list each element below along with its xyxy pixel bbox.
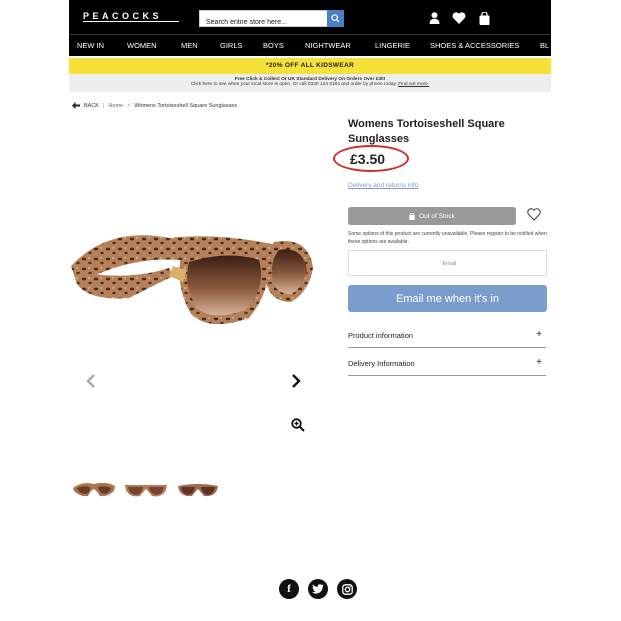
nav-item-nightwear[interactable]: NIGHTWEAR — [305, 41, 351, 50]
delivery-returns-link[interactable]: Delivery and returns info — [348, 182, 418, 189]
out-of-stock-button[interactable]: Out of Stock — [348, 207, 516, 225]
back-arrow-icon[interactable] — [72, 102, 80, 109]
facebook-icon[interactable]: f — [279, 579, 299, 599]
email-me-button[interactable]: Email me when it's in — [348, 285, 547, 312]
accordion-label: Product information — [348, 331, 414, 340]
breadcrumb-arrow: > — [127, 102, 131, 109]
bag-icon — [409, 212, 415, 220]
search-button[interactable] — [327, 10, 344, 27]
heart-icon — [452, 12, 466, 24]
delivery-banner-headline: Free Click & Collect Or UK Standard Deli… — [234, 77, 386, 82]
delivery-banner-text: Click here to see when your local store … — [190, 82, 397, 87]
search-box — [199, 10, 344, 30]
email-field-wrapper — [348, 250, 550, 277]
logo-underline — [83, 21, 179, 22]
thumbnail-2[interactable] — [124, 478, 168, 500]
delivery-information-accordion[interactable]: Delivery Information + — [348, 350, 546, 376]
zoom-in-icon — [291, 418, 305, 432]
social-links: f — [279, 579, 357, 599]
back-link[interactable]: BACK — [84, 103, 99, 109]
plus-icon: + — [536, 357, 542, 368]
nav-item-lingerie[interactable]: LINGERIE — [375, 41, 410, 50]
thumbnail-1[interactable] — [72, 478, 116, 500]
breadcrumb: BACK | Home > Womens Tortoiseshell Squar… — [72, 102, 237, 109]
nav-item-blog[interactable]: BL — [540, 41, 549, 50]
product-information-accordion[interactable]: Product information + — [348, 322, 546, 348]
prev-image-button[interactable] — [86, 374, 96, 393]
site-header: PEACOCKS — [69, 0, 551, 34]
heart-outline-icon — [527, 208, 541, 221]
chevron-left-icon — [86, 374, 95, 388]
accordion-label: Delivery Information — [348, 359, 415, 368]
promo-banner[interactable]: *20% OFF ALL KIDSWEAR — [69, 58, 551, 74]
logo[interactable]: PEACOCKS — [83, 11, 162, 21]
thumbnail-strip — [72, 478, 220, 500]
page: PEACOCKS NEW IN WOMEN MEN GIRLS BOYS NIG… — [69, 0, 551, 621]
price-highlight-circle — [333, 145, 409, 172]
nav-item-men[interactable]: MEN — [181, 41, 198, 50]
breadcrumb-divider: | — [102, 102, 105, 109]
twitter-icon[interactable] — [308, 579, 328, 599]
delivery-banner: Free Click & Collect Or UK Standard Deli… — [69, 74, 551, 92]
search-icon — [331, 14, 340, 23]
nav-item-girls[interactable]: GIRLS — [220, 41, 243, 50]
instagram-icon[interactable] — [337, 579, 357, 599]
out-of-stock-label: Out of Stock — [419, 212, 455, 220]
nav-item-new-in[interactable]: NEW IN — [77, 41, 104, 50]
find-out-more-link[interactable]: Find out more. — [398, 82, 429, 87]
zoom-button[interactable] — [291, 418, 305, 437]
basket-button[interactable] — [477, 11, 491, 25]
nav-item-women[interactable]: WOMEN — [127, 41, 157, 50]
nav-item-shoes-accessories[interactable]: SHOES & ACCESSORIES — [430, 41, 519, 50]
user-icon — [429, 12, 439, 24]
email-field[interactable] — [349, 251, 550, 277]
next-image-button[interactable] — [291, 374, 301, 393]
plus-icon: + — [536, 329, 542, 340]
breadcrumb-home[interactable]: Home — [108, 103, 123, 109]
main-nav: NEW IN WOMEN MEN GIRLS BOYS NIGHTWEAR LI… — [69, 34, 551, 56]
product-image[interactable] — [69, 206, 315, 336]
bag-icon — [479, 11, 489, 25]
thumbnail-3[interactable] — [176, 478, 220, 500]
account-button[interactable] — [427, 11, 441, 25]
breadcrumb-current: Womens Tortoiseshell Square Sunglasses — [134, 102, 238, 109]
header-icons — [427, 11, 491, 25]
nav-item-boys[interactable]: BOYS — [263, 41, 284, 50]
chevron-right-icon — [292, 374, 301, 388]
product-title: Womens Tortoiseshell Square Sunglasses — [348, 118, 505, 145]
search-input[interactable] — [200, 15, 326, 30]
wishlist-button[interactable] — [452, 11, 466, 25]
delivery-banner-detail: Click here to see when your local store … — [69, 82, 551, 87]
unavailable-note: Some options of this product are current… — [348, 231, 547, 245]
add-to-wishlist-button[interactable] — [527, 208, 541, 226]
